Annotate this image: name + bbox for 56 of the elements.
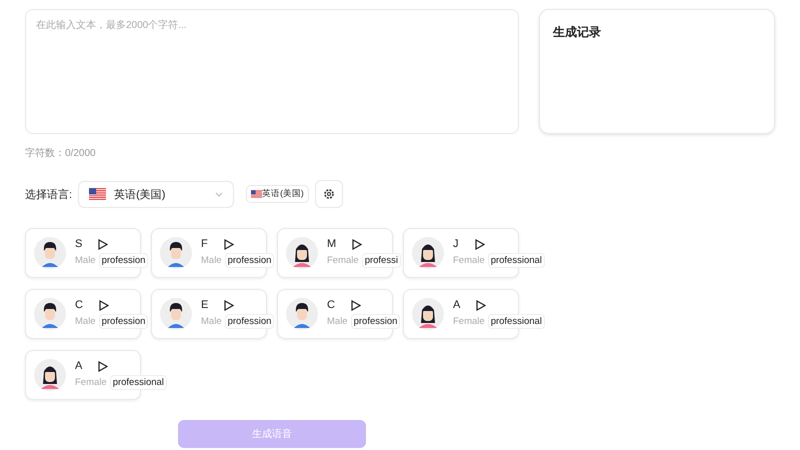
character-counter: 字符数：0/2000 <box>25 146 97 160</box>
female-avatar-icon <box>286 237 318 269</box>
voice-tag: professional <box>110 375 167 390</box>
chevron-down-icon <box>215 192 224 196</box>
voice-tag: professi <box>362 253 401 268</box>
voice-gender: Female <box>453 316 485 327</box>
voice-gender: Male <box>201 255 222 266</box>
female-avatar-icon <box>412 237 444 269</box>
voice-tag: profession <box>98 314 148 329</box>
voice-gender: Male <box>75 316 96 327</box>
voice-gender: Male <box>327 316 348 327</box>
male-avatar-icon <box>286 298 318 330</box>
voice-name: S <box>75 238 82 250</box>
play-icon[interactable] <box>224 238 234 250</box>
voice-tag: profession <box>224 314 274 329</box>
voice-tag: profession <box>224 253 274 268</box>
voice-gender: Female <box>453 255 485 266</box>
language-tag: 英语(美国) <box>246 185 309 203</box>
play-icon[interactable] <box>98 238 108 250</box>
play-icon[interactable] <box>474 238 484 250</box>
voice-gender: Female <box>327 255 359 266</box>
voice-name: A <box>453 299 460 311</box>
voice-name: C <box>327 299 335 311</box>
male-avatar-icon <box>34 298 66 330</box>
settings-button[interactable] <box>314 180 343 208</box>
voice-name: M <box>327 238 336 250</box>
play-icon[interactable] <box>98 300 109 310</box>
male-avatar-icon <box>160 298 192 330</box>
male-avatar-icon <box>34 237 66 269</box>
play-icon[interactable] <box>98 360 108 372</box>
voice-name: C <box>75 299 83 311</box>
voice-tag: professional <box>488 314 545 329</box>
voice-tag: profession <box>98 253 148 268</box>
male-avatar-icon <box>160 237 192 269</box>
play-icon[interactable] <box>476 300 486 310</box>
text-input-field[interactable]: 在此输入文本，最多2000个字符... <box>25 9 519 134</box>
voice-gender: Male <box>75 255 96 266</box>
female-avatar-icon <box>34 359 66 391</box>
play-icon[interactable] <box>350 300 361 310</box>
voice-tag: professional <box>488 253 545 268</box>
female-avatar-icon <box>412 298 444 330</box>
us-flag-icon <box>89 188 106 200</box>
voice-name: F <box>201 238 208 250</box>
us-flag-icon <box>251 190 262 198</box>
play-icon[interactable] <box>224 300 234 310</box>
play-icon[interactable] <box>352 238 362 250</box>
language-label: 选择语言: <box>25 188 72 202</box>
settings-icon <box>322 188 335 200</box>
voice-name: A <box>75 360 82 372</box>
voice-tag: profession <box>350 314 400 329</box>
voice-gender: Male <box>201 316 222 327</box>
voice-name: E <box>201 299 208 311</box>
language-select[interactable]: 英语(美国) <box>78 180 234 208</box>
history-title: 生成记录 <box>553 24 602 41</box>
voice-gender: Female <box>75 377 107 388</box>
voice-name: J <box>453 238 458 250</box>
